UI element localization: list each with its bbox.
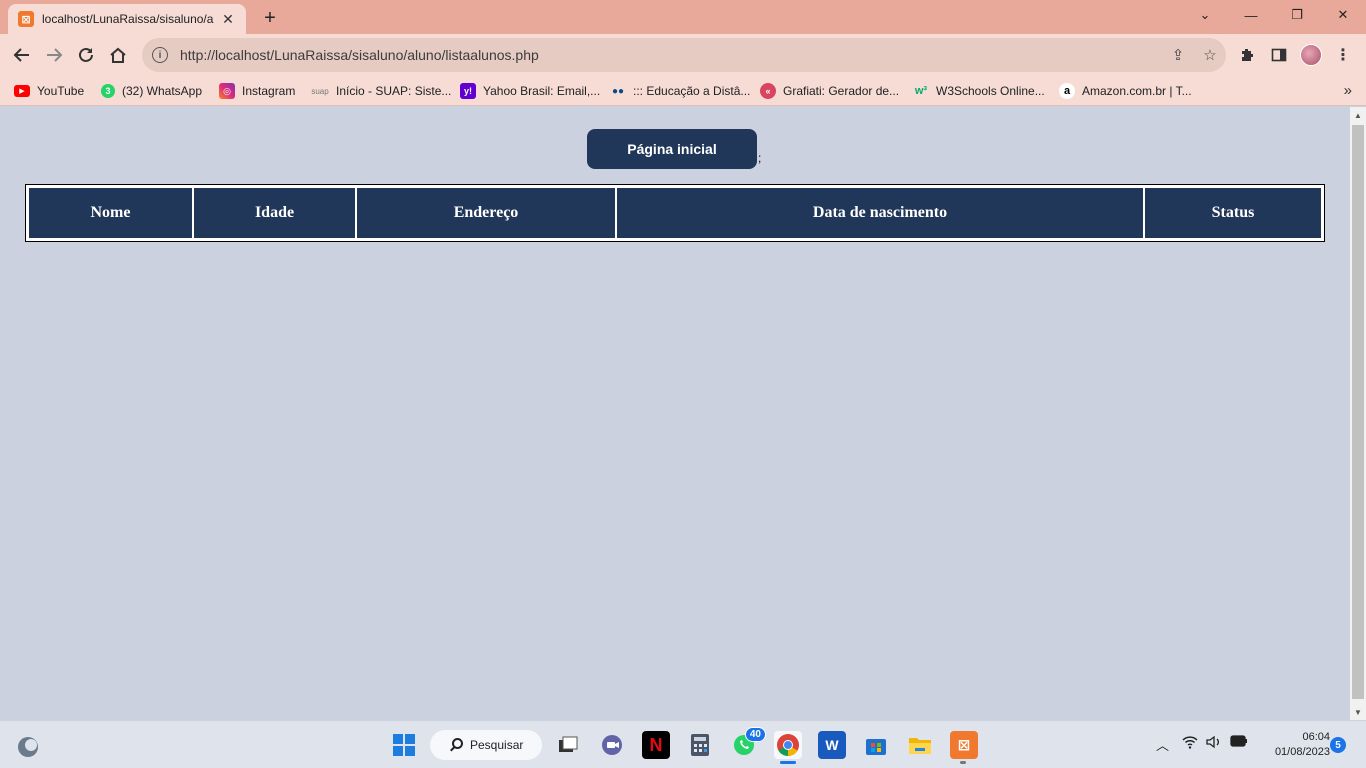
- search-label: Pesquisar: [470, 738, 524, 752]
- page-scrollbar[interactable]: ▲ ▼: [1350, 107, 1366, 720]
- taskbar-search[interactable]: Pesquisar: [430, 730, 542, 760]
- instagram-icon: ◎: [219, 83, 235, 99]
- show-hidden-icons[interactable]: ︿: [1156, 735, 1169, 754]
- site-info-icon[interactable]: i: [152, 47, 168, 63]
- scrollbar-thumb[interactable]: [1352, 125, 1364, 699]
- scroll-up-icon[interactable]: ▲: [1350, 107, 1366, 123]
- notification-badge[interactable]: 5: [1330, 737, 1346, 753]
- whatsapp-unread-badge: 40: [744, 727, 766, 742]
- bookmark-label: W3Schools Online...: [936, 84, 1045, 98]
- word-icon[interactable]: W: [818, 731, 846, 759]
- forward-icon[interactable]: [39, 40, 69, 70]
- column-header-endereco: Endereço: [357, 188, 615, 238]
- page-content: Página inicial ; Nome Idade Endereço Dat…: [0, 107, 1350, 720]
- task-view-icon[interactable]: [554, 731, 582, 759]
- whatsapp-taskbar-icon[interactable]: 40: [730, 727, 766, 759]
- url-text[interactable]: http://localhost/LunaRaissa/sisaluno/alu…: [180, 47, 1162, 63]
- tab-search-icon[interactable]: ⌄: [1182, 0, 1228, 30]
- widgets-icon[interactable]: [14, 733, 42, 761]
- suap-icon: suap: [311, 86, 329, 96]
- extensions-icon[interactable]: [1232, 40, 1262, 70]
- bookmark-label: Instagram: [242, 84, 296, 98]
- youtube-icon: ▶: [14, 85, 30, 97]
- browser-tab-active[interactable]: ⊠ localhost/LunaRaissa/sisaluno/alu ✕: [8, 4, 246, 34]
- new-tab-icon[interactable]: +: [258, 6, 282, 30]
- share-icon[interactable]: ⇪: [1162, 39, 1194, 71]
- start-icon[interactable]: [390, 731, 418, 759]
- stray-semicolon: ;: [758, 151, 762, 165]
- bookmark-grafiati[interactable]: « Grafiati: Gerador de...: [760, 82, 899, 100]
- students-table: Nome Idade Endereço Data de nascimento S…: [25, 184, 1325, 242]
- bookmark-label: Grafiati: Gerador de...: [783, 84, 900, 98]
- w3schools-icon: w³: [914, 85, 928, 97]
- bookmark-w3schools[interactable]: w³ W3Schools Online...: [913, 82, 1045, 100]
- address-bar[interactable]: i http://localhost/LunaRaissa/sisaluno/a…: [142, 38, 1226, 72]
- browser-toolbar: i http://localhost/LunaRaissa/sisaluno/a…: [0, 34, 1366, 76]
- column-header-nome: Nome: [29, 188, 192, 238]
- profile-avatar[interactable]: [1296, 40, 1326, 70]
- menu-kebab-icon[interactable]: ⋮: [1328, 40, 1358, 70]
- home-page-button[interactable]: Página inicial: [587, 129, 757, 169]
- bookmark-label: Início - SUAP: Siste...: [336, 84, 452, 98]
- netflix-icon[interactable]: N: [642, 731, 670, 759]
- home-icon[interactable]: [103, 40, 133, 70]
- bookmark-youtube[interactable]: ▶ YouTube: [14, 82, 84, 100]
- minimize-icon[interactable]: —: [1228, 0, 1274, 30]
- reload-icon[interactable]: [71, 40, 101, 70]
- tab-title: localhost/LunaRaissa/sisaluno/alu: [42, 12, 214, 26]
- windows-taskbar: Pesquisar N 40 W ⊠ ︿ 06:04 01/08/2023 5: [0, 720, 1366, 768]
- bookmarks-bar: ▶ YouTube 3 (32) WhatsApp ◎ Instagram su…: [0, 76, 1366, 106]
- table-header-row: Nome Idade Endereço Data de nascimento S…: [29, 188, 1321, 238]
- ead-icon: ●●: [611, 85, 625, 97]
- file-explorer-icon[interactable]: [906, 731, 934, 759]
- column-header-status: Status: [1145, 188, 1321, 238]
- bookmark-whatsapp[interactable]: 3 (32) WhatsApp: [101, 82, 202, 100]
- yahoo-icon: y!: [460, 83, 476, 99]
- system-clock[interactable]: 06:04 01/08/2023: [1256, 730, 1330, 760]
- grafiati-icon: «: [760, 83, 776, 99]
- search-icon: [452, 738, 463, 749]
- chrome-icon[interactable]: [774, 731, 802, 759]
- xampp-running-indicator: [960, 761, 966, 764]
- more-bookmarks-icon[interactable]: »: [1344, 82, 1352, 99]
- close-window-icon[interactable]: ✕: [1320, 0, 1366, 30]
- bookmark-ead[interactable]: ●● ::: Educação a Distâ...: [610, 82, 750, 100]
- xampp-taskbar-icon[interactable]: ⊠: [950, 731, 978, 759]
- bookmark-suap[interactable]: suap Início - SUAP: Siste...: [311, 82, 451, 100]
- bookmark-label: ::: Educação a Distâ...: [633, 84, 751, 98]
- bookmark-label: (32) WhatsApp: [122, 84, 203, 98]
- wifi-icon[interactable]: [1182, 735, 1198, 752]
- column-header-idade: Idade: [194, 188, 355, 238]
- bookmark-instagram[interactable]: ◎ Instagram: [219, 82, 295, 100]
- amazon-icon: a: [1059, 83, 1075, 99]
- volume-icon[interactable]: [1206, 735, 1222, 752]
- bookmark-yahoo[interactable]: y! Yahoo Brasil: Email,...: [460, 82, 600, 100]
- column-header-data-nascimento: Data de nascimento: [617, 188, 1143, 238]
- teams-chat-icon[interactable]: [598, 731, 626, 759]
- back-icon[interactable]: [7, 40, 37, 70]
- calculator-icon[interactable]: [686, 731, 714, 759]
- microsoft-store-icon[interactable]: [862, 731, 890, 759]
- close-tab-icon[interactable]: ✕: [220, 11, 236, 27]
- xampp-icon: ⊠: [18, 11, 34, 27]
- clock-time: 06:04: [1302, 731, 1330, 743]
- bookmark-amazon[interactable]: a Amazon.com.br | T...: [1059, 82, 1192, 100]
- whatsapp-icon: 3: [101, 84, 115, 98]
- chrome-active-indicator: [780, 761, 796, 764]
- bookmark-label: Yahoo Brasil: Email,...: [483, 84, 601, 98]
- side-panel-icon[interactable]: [1264, 40, 1294, 70]
- tab-strip: ⊠ localhost/LunaRaissa/sisaluno/alu ✕ + …: [0, 0, 1366, 34]
- bookmark-label: Amazon.com.br | T...: [1082, 84, 1192, 98]
- restore-icon[interactable]: ❐: [1274, 0, 1320, 30]
- bookmark-star-icon[interactable]: ☆: [1194, 39, 1226, 71]
- battery-icon[interactable]: [1230, 735, 1248, 750]
- bookmark-label: YouTube: [37, 84, 85, 98]
- scroll-down-icon[interactable]: ▼: [1350, 704, 1366, 720]
- clock-date: 01/08/2023: [1274, 746, 1330, 758]
